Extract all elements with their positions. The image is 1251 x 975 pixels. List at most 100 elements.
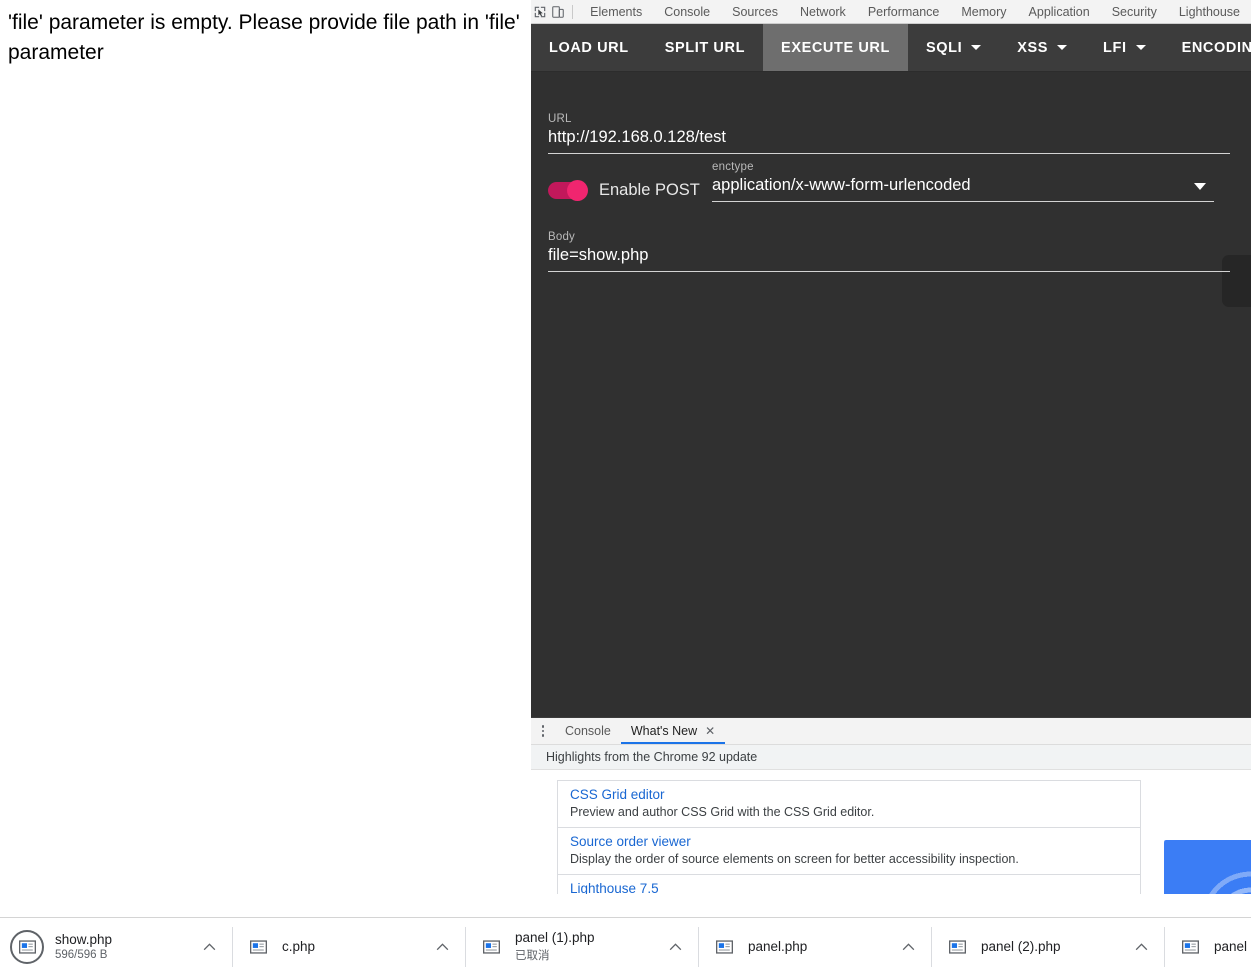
- download-item-show-php[interactable]: show.php 596/596 B: [0, 918, 232, 975]
- devtools-tab-lighthouse[interactable]: Lighthouse: [1168, 0, 1251, 24]
- whats-new-subtitle: Highlights from the Chrome 92 update: [531, 745, 1251, 770]
- download-item-texts: c.php: [282, 939, 315, 954]
- body-field-label: Body: [548, 231, 576, 243]
- screen-root: 'file' parameter is empty. Please provid…: [0, 0, 1251, 975]
- download-item-texts: panel.php: [748, 939, 807, 954]
- toolbar-divider: [572, 4, 574, 19]
- devtools-tab-security[interactable]: Security: [1101, 0, 1168, 24]
- page-error-message: 'file' parameter is empty. Please provid…: [8, 11, 520, 64]
- devtools-tab-performance[interactable]: Performance: [857, 0, 951, 24]
- enctype-value: application/x-www-form-urlencoded: [712, 176, 971, 194]
- drawer-tab-whats-new-label: What's New: [630, 724, 698, 738]
- whats-new-item[interactable]: Source order viewer Display the order of…: [557, 827, 1141, 875]
- file-icon: [478, 934, 504, 960]
- devtools-tabbar: Elements Console Sources Network Perform…: [531, 0, 1251, 24]
- body-field[interactable]: Body file=show.php: [548, 231, 1230, 272]
- hackbar-panel: LOAD URL SPLIT URL EXECUTE URL SQLI XSS: [531, 24, 1251, 717]
- hackbar-menu-lfi[interactable]: LFI: [1085, 24, 1164, 71]
- toggle-switch[interactable]: [548, 180, 589, 201]
- hackbar-button-execute-url[interactable]: EXECUTE URL: [763, 24, 908, 71]
- download-file-status: 已取消: [515, 950, 550, 962]
- hackbar-menu-lfi-label: LFI: [1103, 39, 1127, 56]
- download-item-panel-1-php[interactable]: panel (1).php 已取消: [466, 918, 698, 975]
- body-field-value: file=show.php: [548, 246, 649, 264]
- file-icon: [1177, 934, 1203, 960]
- hackbar-menu-encoding-label: ENCODING: [1181, 39, 1251, 56]
- hackbar-menu-sqli-label: SQLI: [925, 39, 963, 56]
- drawer-tab-console-label: Console: [565, 724, 611, 738]
- hackbar-menu-encoding[interactable]: ENCODING: [1164, 24, 1251, 71]
- whats-new-item-title[interactable]: CSS Grid editor: [570, 787, 1128, 802]
- download-item-panel-php[interactable]: panel.php: [699, 918, 931, 975]
- drawer-tab-whats-new[interactable]: What's New ✕: [620, 718, 726, 744]
- hackbar-toolbar: LOAD URL SPLIT URL EXECUTE URL SQLI XSS: [531, 24, 1251, 72]
- hackbar-button-load-url[interactable]: LOAD URL: [531, 24, 647, 71]
- devtools-tab-console[interactable]: Console: [653, 0, 721, 24]
- chevron-down-icon: [1057, 45, 1068, 50]
- whats-new-item-desc: Preview and author CSS Grid with the CSS…: [570, 805, 875, 819]
- enable-post-toggle[interactable]: Enable POST: [548, 180, 700, 201]
- download-item-c-php[interactable]: c.php: [233, 918, 465, 975]
- devtools-drawer: Console What's New ✕ Highlights from the…: [531, 717, 1251, 894]
- download-menu-chevron-up-icon[interactable]: [888, 942, 931, 951]
- whats-new-item-desc: Display the order of source elements on …: [570, 852, 1019, 866]
- device-toolbar-icon[interactable]: [549, 0, 567, 24]
- file-icon: [245, 934, 271, 960]
- chevron-down-icon: [971, 45, 982, 50]
- hackbar-button-execute-url-label: EXECUTE URL: [781, 39, 890, 56]
- download-menu-chevron-up-icon[interactable]: [655, 942, 698, 951]
- url-field-label: URL: [548, 113, 572, 125]
- download-file-status: 596/596 B: [55, 949, 108, 961]
- download-file-name: show.php: [55, 932, 113, 947]
- enctype-select[interactable]: enctype application/x-www-form-urlencode…: [712, 161, 1214, 202]
- download-menu-chevron-up-icon[interactable]: [189, 942, 232, 951]
- hackbar-menu-xss-label: XSS: [1017, 39, 1049, 56]
- download-menu-chevron-up-icon[interactable]: [1121, 942, 1164, 951]
- download-menu-chevron-up-icon[interactable]: [422, 942, 465, 951]
- download-file-name: panel (2).php: [981, 939, 1061, 954]
- download-item-texts: panel: [1214, 939, 1247, 954]
- kebab-dot: [541, 725, 545, 728]
- file-icon: [711, 934, 737, 960]
- download-item-panel-partial[interactable]: panel: [1165, 918, 1251, 975]
- download-item-panel-2-php[interactable]: panel (2).php: [932, 918, 1164, 975]
- download-item-texts: panel (1).php 已取消: [515, 930, 595, 963]
- whats-new-body: CSS Grid editor Preview and author CSS G…: [531, 770, 1251, 894]
- hackbar-button-load-url-label: LOAD URL: [549, 39, 629, 56]
- url-field[interactable]: URL http://192.168.0.128/test: [548, 113, 1230, 154]
- whats-new-hero-image: [1164, 840, 1251, 894]
- download-item-texts: panel (2).php: [981, 939, 1061, 954]
- devtools-tab-application[interactable]: Application: [1018, 0, 1101, 24]
- hackbar-menu-sqli[interactable]: SQLI: [908, 24, 999, 71]
- kebab-dot: [541, 729, 545, 733]
- drawer-tab-console[interactable]: Console: [555, 718, 621, 744]
- browser-page-content: 'file' parameter is empty. Please provid…: [0, 0, 531, 917]
- devtools-tab-network[interactable]: Network: [789, 0, 857, 24]
- chevron-down-icon[interactable]: [1194, 183, 1206, 190]
- url-field-underline: [548, 153, 1230, 154]
- download-file-name: panel: [1214, 939, 1248, 954]
- more-options-icon[interactable]: [531, 718, 555, 745]
- download-item-texts: show.php 596/596 B: [55, 932, 112, 961]
- whats-new-item[interactable]: CSS Grid editor Preview and author CSS G…: [557, 780, 1141, 828]
- devtools-tab-memory[interactable]: Memory: [950, 0, 1017, 24]
- hackbar-button-split-url[interactable]: SPLIT URL: [647, 24, 763, 71]
- download-file-name: panel (1).php: [515, 930, 595, 945]
- hackbar-button-split-url-label: SPLIT URL: [664, 39, 746, 56]
- close-icon[interactable]: ✕: [705, 725, 715, 737]
- file-icon: [944, 934, 970, 960]
- chevron-down-icon: [1135, 45, 1146, 50]
- whats-new-item-title[interactable]: Source order viewer: [570, 834, 1128, 849]
- whats-new-item[interactable]: Lighthouse 7.5: [557, 874, 1141, 894]
- enable-post-label: Enable POST: [599, 181, 700, 199]
- enctype-label: enctype: [712, 161, 754, 173]
- body-field-underline: [548, 271, 1230, 272]
- devtools-panel: Elements Console Sources Network Perform…: [531, 0, 1251, 917]
- devtools-tab-elements[interactable]: Elements: [579, 0, 653, 24]
- kebab-dot: [541, 734, 545, 737]
- hackbar-menu-xss[interactable]: XSS: [999, 24, 1085, 71]
- inspect-element-icon[interactable]: [531, 0, 549, 24]
- url-field-value: http://192.168.0.128/test: [548, 128, 726, 146]
- devtools-tab-sources[interactable]: Sources: [721, 0, 789, 24]
- whats-new-item-title[interactable]: Lighthouse 7.5: [570, 881, 1128, 894]
